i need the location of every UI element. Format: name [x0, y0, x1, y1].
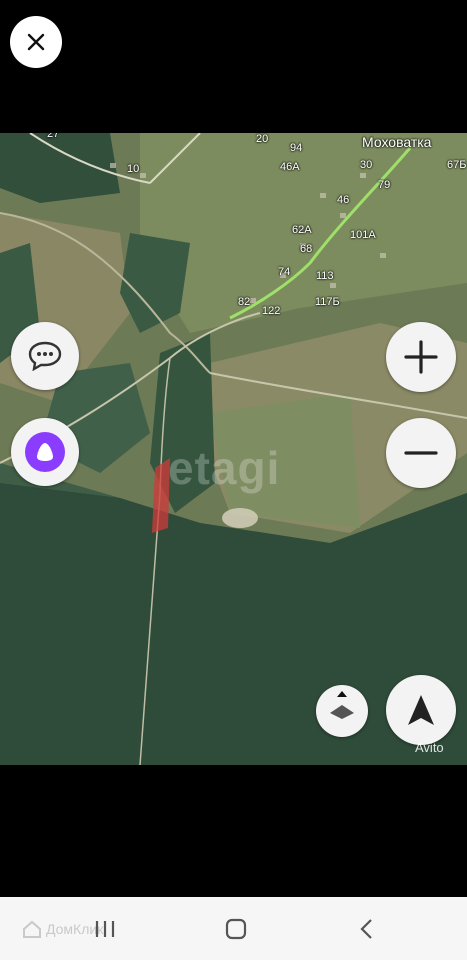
house-number: 82	[238, 296, 251, 308]
chat-button[interactable]	[11, 322, 79, 390]
zoom-out-button[interactable]	[386, 418, 456, 488]
chat-icon	[28, 341, 62, 371]
house-number: 117Б	[315, 296, 340, 308]
domclick-watermark: ДомКлик	[22, 919, 103, 939]
locate-button[interactable]	[386, 675, 456, 745]
house-number: 122	[262, 305, 281, 317]
house-icon	[23, 920, 41, 938]
back-icon	[360, 919, 372, 939]
recent-apps-button[interactable]	[93, 919, 117, 939]
house-number: 10	[127, 163, 140, 175]
town-name: Моховатка	[362, 134, 432, 150]
house-number: 46	[337, 194, 350, 206]
minus-icon	[404, 451, 438, 455]
recent-apps-icon	[95, 921, 115, 937]
avito-watermark: Avito	[415, 740, 444, 755]
etagi-watermark: etagi	[168, 442, 281, 494]
navigation-arrow-icon	[408, 695, 434, 725]
close-button[interactable]	[10, 16, 62, 68]
house-number: 46А	[280, 161, 300, 173]
satellite-map[interactable]: 27 20 94 46А Моховатка 30 67Б 10 79 46 6…	[0, 133, 467, 765]
close-icon	[27, 33, 45, 51]
compass-icon	[330, 691, 354, 719]
house-number: 67Б	[447, 159, 467, 171]
plus-icon	[404, 340, 438, 374]
compass-button[interactable]	[316, 685, 368, 737]
house-number: 68	[300, 243, 313, 255]
house-number: 27	[47, 133, 60, 140]
home-button[interactable]	[224, 918, 248, 940]
home-icon	[225, 918, 247, 940]
house-number: 113	[316, 270, 334, 282]
house-number: 79	[378, 179, 391, 191]
house-number: 30	[360, 159, 373, 171]
alice-icon	[25, 432, 65, 472]
house-number: 74	[278, 266, 291, 278]
alice-button[interactable]	[11, 418, 79, 486]
zoom-in-button[interactable]	[386, 322, 456, 392]
house-number: 101А	[350, 229, 376, 241]
house-number: 94	[290, 142, 303, 154]
house-number: 62А	[292, 224, 312, 236]
system-navigation-bar: ДомКлик	[0, 897, 467, 960]
house-number: 20	[256, 133, 269, 145]
back-button[interactable]	[357, 918, 377, 940]
